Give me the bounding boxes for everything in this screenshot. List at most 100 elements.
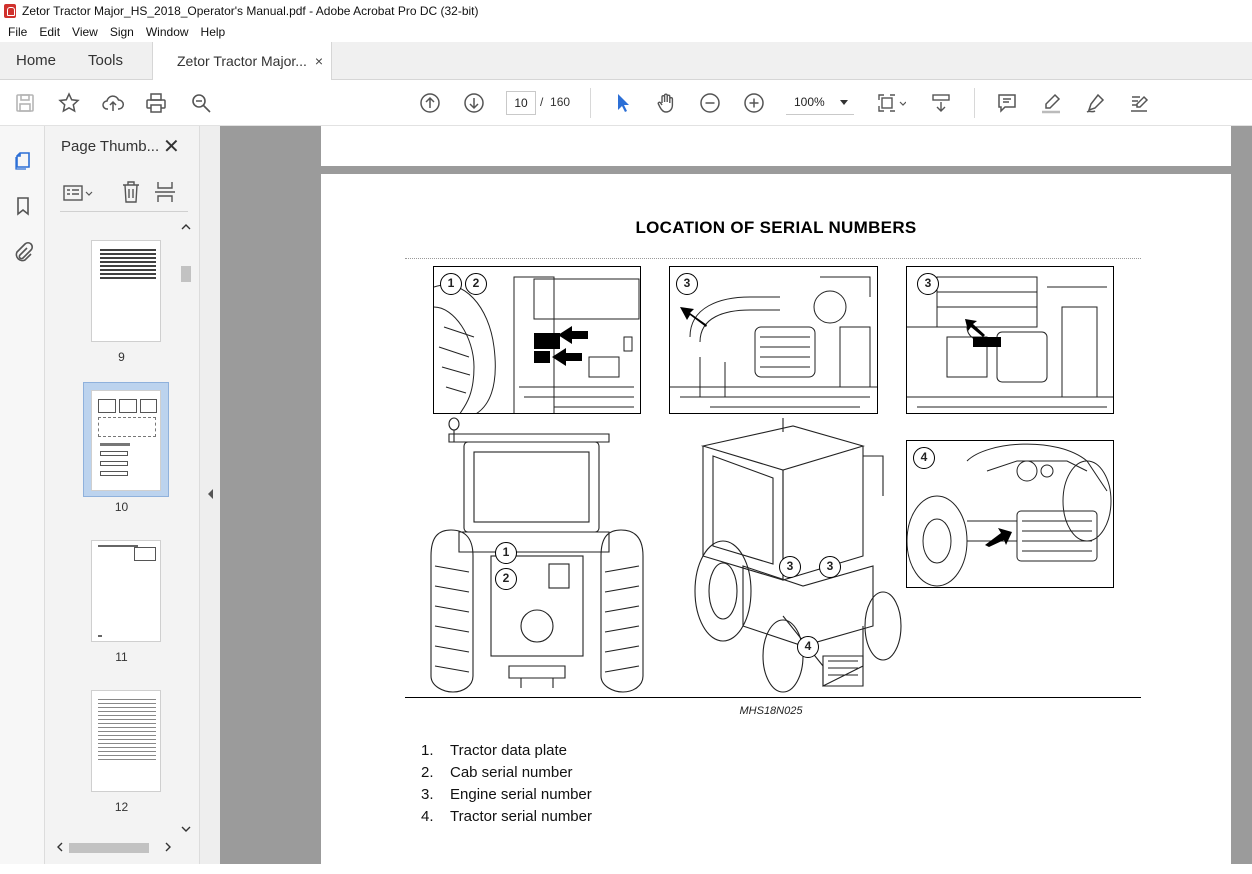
- figure-bottom-rule: [405, 697, 1141, 698]
- legend-text: Engine serial number: [450, 786, 592, 803]
- page-thumbnail[interactable]: [91, 540, 161, 642]
- figure-code: MHS18N025: [739, 705, 803, 717]
- zoom-search-icon[interactable]: [188, 90, 214, 116]
- callout-3: 3: [779, 556, 801, 578]
- legend-item: 2. Cab serial number: [421, 762, 592, 784]
- print-icon[interactable]: [143, 90, 169, 116]
- scroll-right-icon[interactable]: [163, 842, 173, 852]
- menu-file[interactable]: File: [4, 25, 31, 39]
- thumbnail-content: [98, 635, 102, 637]
- thumbnail-content: [98, 417, 156, 437]
- edit-document-icon[interactable]: [1126, 90, 1152, 116]
- callout-1: 1: [440, 273, 462, 295]
- scroll-mode-icon[interactable]: [928, 90, 954, 116]
- thumbnail-content: [100, 249, 156, 281]
- thumbnail-vertical-scrollbar[interactable]: [178, 224, 194, 838]
- bookmark-star-icon[interactable]: [56, 90, 82, 116]
- tab-document[interactable]: Zetor Tractor Major... ×: [152, 42, 332, 81]
- tractor-rear-drawing: [430, 417, 644, 693]
- panel-toolbar: [60, 176, 188, 212]
- thumbnail-content: [134, 547, 156, 561]
- attachments-icon[interactable]: [11, 240, 35, 264]
- scroll-down-icon[interactable]: [181, 824, 191, 834]
- previous-page-icon[interactable]: [417, 90, 443, 116]
- figure-engine-right: 3: [906, 266, 1114, 414]
- thumbnail-content: [100, 461, 128, 466]
- menu-edit[interactable]: Edit: [35, 25, 64, 39]
- page-thumbnail-selected[interactable]: [91, 390, 161, 491]
- zoom-out-icon[interactable]: [697, 90, 723, 116]
- callout-3: 3: [819, 556, 841, 578]
- arrow-icon: [552, 348, 582, 366]
- legend-number: 4.: [421, 808, 434, 825]
- scroll-left-icon[interactable]: [55, 842, 65, 852]
- menu-view[interactable]: View: [68, 25, 102, 39]
- thumbnail-content: [119, 399, 137, 413]
- thumbnail-options-icon[interactable]: [62, 182, 96, 207]
- arrow-icon: [965, 319, 985, 337]
- zoom-in-icon[interactable]: [741, 90, 767, 116]
- panel-collapse-handle[interactable]: [200, 126, 220, 864]
- highlight-pen-icon[interactable]: [1038, 90, 1064, 116]
- document-page: LOCATION OF SERIAL NUMBERS 1 2 3 3 1 2 3…: [321, 174, 1231, 874]
- figure-tractor-rear: 1 2: [429, 416, 645, 696]
- menu-window[interactable]: Window: [142, 25, 193, 39]
- save-icon[interactable]: [12, 90, 38, 116]
- arrow-icon: [558, 326, 588, 344]
- toolbar: 10 / 160 100%: [0, 80, 1252, 126]
- next-page-icon[interactable]: [461, 90, 487, 116]
- thumbnail-number: 11: [115, 650, 128, 664]
- tab-tools[interactable]: Tools: [88, 42, 123, 80]
- page-separator: /: [540, 95, 544, 109]
- zoom-level-select[interactable]: 100%: [786, 91, 854, 115]
- page-thumbnail[interactable]: [91, 690, 161, 792]
- tab-close-icon[interactable]: ×: [315, 42, 323, 80]
- callout-3: 3: [917, 273, 939, 295]
- sign-pen-icon[interactable]: [1082, 90, 1108, 116]
- document-viewport[interactable]: LOCATION OF SERIAL NUMBERS 1 2 3 3 1 2 3…: [220, 126, 1252, 874]
- page-count: / 160: [540, 95, 570, 109]
- extract-pages-icon[interactable]: [154, 180, 176, 207]
- thumbnail-content: [98, 399, 116, 413]
- delete-page-icon[interactable]: [120, 180, 142, 207]
- legend-number: 2.: [421, 764, 434, 781]
- legend-number: 1.: [421, 742, 434, 759]
- arrow-icon: [985, 528, 1012, 547]
- page-fit-icon[interactable]: [874, 90, 908, 116]
- toolbar-divider: [974, 88, 975, 118]
- scroll-up-icon[interactable]: [181, 222, 191, 232]
- thumbnail-number: 10: [114, 500, 129, 514]
- menu-sign[interactable]: Sign: [106, 25, 138, 39]
- chevron-left-icon: [208, 489, 213, 499]
- thumbnail-number: 9: [118, 350, 125, 364]
- page-number-input[interactable]: 10: [506, 91, 536, 115]
- callout-1: 1: [495, 542, 517, 564]
- tab-home[interactable]: Home: [16, 42, 56, 80]
- page-thumbnails-icon[interactable]: [11, 148, 35, 172]
- upload-cloud-icon[interactable]: [100, 90, 126, 116]
- page-total: 160: [550, 95, 571, 109]
- engine-right-drawing: [907, 276, 1113, 408]
- select-cursor-icon[interactable]: [609, 90, 635, 116]
- thumbnail-content: [100, 443, 130, 446]
- acrobat-logo-icon: [4, 4, 16, 18]
- arrow-icon: [680, 307, 707, 327]
- thumbnail-horizontal-scrollbar[interactable]: [51, 838, 175, 856]
- legend-text: Cab serial number: [450, 764, 573, 781]
- thumbnails-panel: Page Thumb... ✕ 9 10 11 12: [45, 126, 200, 864]
- menu-help[interactable]: Help: [197, 25, 230, 39]
- tab-document-label: Zetor Tractor Major...: [177, 53, 307, 69]
- figure-tractor-iso: 3 3 4: [683, 416, 903, 696]
- legend-item: 3. Engine serial number: [421, 784, 592, 806]
- scrollbar-thumb[interactable]: [181, 266, 191, 282]
- figure-plate-detail: 1 2: [433, 266, 641, 414]
- callout-4: 4: [913, 447, 935, 469]
- hand-tool-icon[interactable]: [653, 90, 679, 116]
- bookmarks-icon[interactable]: [11, 194, 35, 218]
- scrollbar-thumb[interactable]: [69, 843, 149, 853]
- left-rail: [0, 126, 45, 864]
- page-thumbnail[interactable]: [91, 240, 161, 342]
- comment-icon[interactable]: [994, 90, 1020, 116]
- window-title: Zetor Tractor Major_HS_2018_Operator's M…: [22, 4, 479, 18]
- close-icon[interactable]: ✕: [163, 134, 180, 159]
